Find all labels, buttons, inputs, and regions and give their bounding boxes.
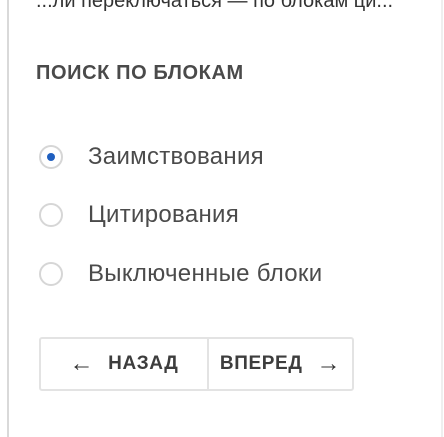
forward-button-label: ВПЕРЕД (219, 353, 303, 374)
back-button-label: НАЗАД (108, 353, 179, 374)
back-button[interactable]: ← НАЗАД (41, 339, 209, 389)
panel-right-border (441, 0, 443, 437)
radio-selected-icon[interactable] (39, 145, 63, 169)
section-title: ПОИСК ПО БЛОКАМ (36, 62, 244, 84)
radio-unselected-icon[interactable] (39, 262, 63, 286)
arrow-right-icon: → (316, 350, 342, 377)
forward-button[interactable]: ВПЕРЕД → (209, 339, 352, 389)
radio-label-borrowings: Заимствования (88, 143, 264, 170)
radio-option-disabled-blocks[interactable]: Выключенные блоки (39, 258, 322, 290)
radio-label-citations: Цитирования (88, 201, 240, 228)
radio-option-citations[interactable]: Цитирования (39, 199, 239, 231)
radio-label-disabled-blocks: Выключенные блоки (88, 260, 323, 287)
cropped-top-text: ...ли переключаться — по блокам ци... (36, 0, 394, 11)
radio-option-borrowings[interactable]: Заимствования (39, 141, 264, 173)
pagination-button-group: ← НАЗАД ВПЕРЕД → (39, 337, 354, 391)
radio-unselected-icon[interactable] (39, 203, 63, 227)
arrow-left-icon: ← (69, 350, 95, 377)
